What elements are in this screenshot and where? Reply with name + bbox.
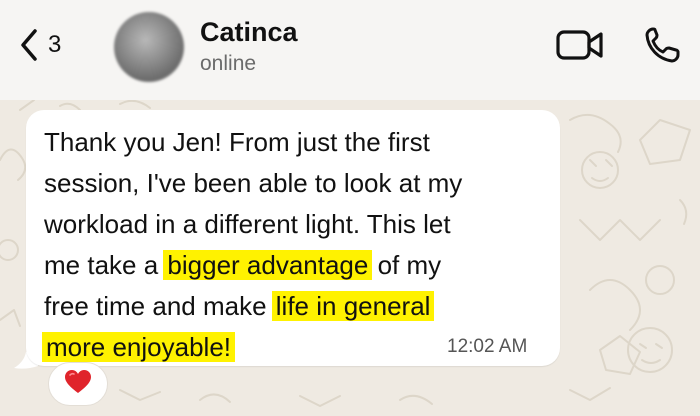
contact-name[interactable]: Catinca — [200, 17, 298, 48]
message-line: session, I've been able to look at my — [44, 168, 463, 198]
back-button[interactable]: 3 — [20, 28, 61, 62]
message-timestamp: 12:02 AM — [447, 336, 528, 357]
message-line: Thank you Jen! From just the first — [44, 127, 430, 157]
highlighted-text: more enjoyable! — [42, 332, 235, 362]
message-text: Thank you Jen! From just the first sessi… — [42, 122, 544, 368]
contact-status: online — [200, 52, 257, 75]
heart-icon — [64, 369, 92, 400]
unread-count: 3 — [48, 31, 62, 58]
video-call-icon[interactable] — [556, 28, 604, 67]
chevron-left-icon — [20, 28, 38, 62]
message-line: workload in a different light. This let — [44, 209, 451, 239]
message-text-segment: free time and make — [44, 291, 274, 321]
message-text-segment: of my — [370, 250, 442, 280]
highlighted-text: bigger advantage — [163, 250, 373, 280]
phone-call-icon[interactable] — [644, 26, 680, 69]
avatar[interactable] — [114, 12, 184, 82]
message-text-segment: me take a — [44, 250, 166, 280]
reaction-badge[interactable] — [48, 362, 108, 406]
highlighted-text: life in general — [271, 291, 435, 321]
chat-header: 3 Catinca online — [0, 0, 700, 100]
